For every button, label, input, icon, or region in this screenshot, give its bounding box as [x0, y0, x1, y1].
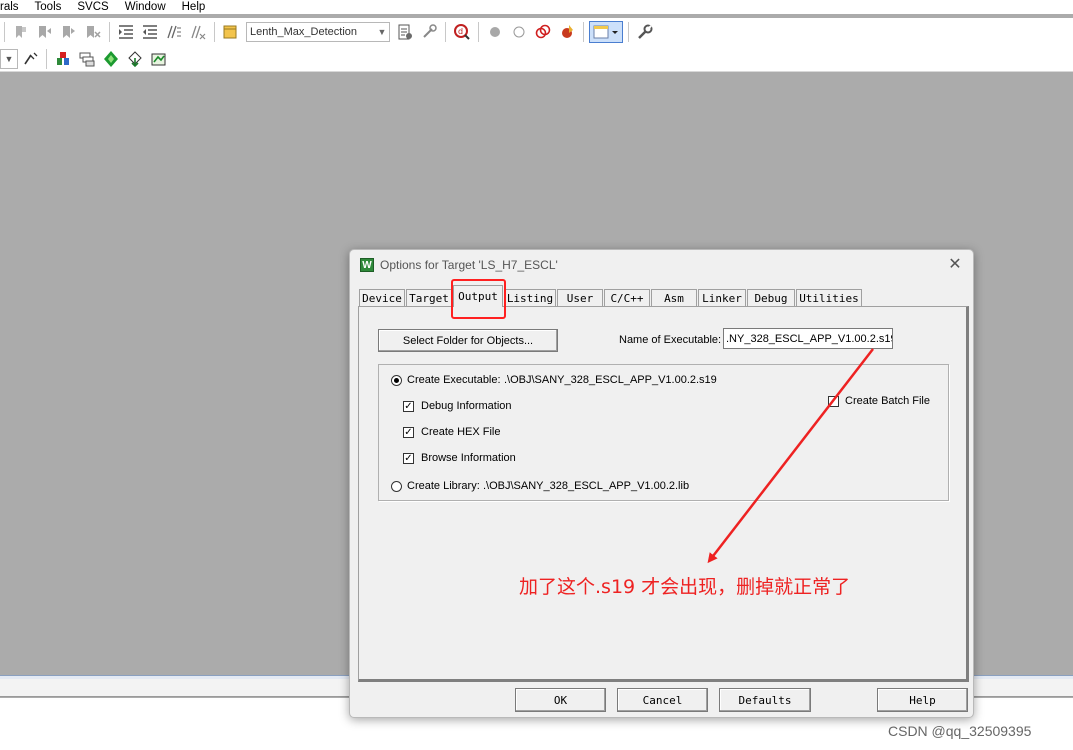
create-executable-radio[interactable]: [391, 375, 402, 386]
clear-bookmarks-icon[interactable]: [82, 21, 104, 43]
select-folder-button[interactable]: Select Folder for Objects...: [378, 329, 558, 352]
target-file-icon[interactable]: [394, 21, 416, 43]
chevron-down-icon: ▼: [377, 27, 387, 37]
target-select[interactable]: Lenth_Max_Detection ▼: [246, 22, 390, 42]
toolbar-main: Lenth_Max_Detection ▼ d: [0, 18, 1073, 46]
tab-utilities[interactable]: Utilities: [796, 289, 862, 306]
toolbar-separator: [4, 22, 5, 42]
chevron-down-icon[interactable]: ▼: [0, 48, 18, 69]
create-hex-checkbox[interactable]: ✓: [403, 427, 414, 438]
dialog-title-bar: W Options for Target 'LS_H7_ESCL': [360, 258, 558, 272]
download-icon[interactable]: [124, 48, 146, 70]
output-tab-panel: Select Folder for Objects... Name of Exe…: [358, 306, 969, 682]
unindent-icon[interactable]: [139, 21, 161, 43]
tab-debug[interactable]: Debug: [747, 289, 795, 306]
tab-user[interactable]: User: [557, 289, 603, 306]
create-executable-label: Create Executable:: [407, 374, 501, 386]
toolbar-separator: [628, 22, 629, 42]
options-dialog: W Options for Target 'LS_H7_ESCL' ✕ Devi…: [349, 249, 974, 718]
help-button[interactable]: Help: [877, 688, 968, 712]
next-bookmark-icon[interactable]: [58, 21, 80, 43]
tab-device[interactable]: Device: [359, 289, 405, 306]
close-icon[interactable]: ✕: [945, 254, 965, 274]
disable-breakpoint-icon[interactable]: [508, 21, 530, 43]
window-layout-icon[interactable]: [589, 21, 623, 43]
cancel-button[interactable]: Cancel: [617, 688, 708, 712]
defaults-button[interactable]: Defaults: [719, 688, 811, 712]
toolbar-separator: [46, 48, 47, 69]
uvision-logo-icon: W: [360, 258, 374, 272]
clear-breakpoints-icon[interactable]: [556, 21, 578, 43]
tab-asm[interactable]: Asm: [651, 289, 697, 306]
tab-linker[interactable]: Linker: [698, 289, 746, 306]
tab-c-cpp[interactable]: C/C++: [604, 289, 650, 306]
menu-help[interactable]: Help: [174, 1, 214, 14]
debug-information-label: Debug Information: [421, 400, 512, 412]
debug-information-checkbox[interactable]: ✓: [403, 401, 414, 412]
toolbar-separator: [445, 22, 446, 42]
tab-listing[interactable]: Listing: [504, 289, 556, 306]
browse-information-checkbox[interactable]: ✓: [403, 453, 414, 464]
output-tab-highlight: [451, 279, 506, 319]
batch-build-icon[interactable]: [100, 48, 122, 70]
toolbar-separator: [109, 22, 110, 42]
ok-button[interactable]: OK: [515, 688, 606, 712]
debug-start-icon[interactable]: d: [451, 21, 473, 43]
create-batch-file-label: Create Batch File: [845, 395, 930, 407]
menu-peripherals[interactable]: rals: [0, 1, 27, 14]
prev-bookmark-icon[interactable]: [34, 21, 56, 43]
menu-svcs[interactable]: SVCS: [69, 1, 116, 14]
target-select-value: Lenth_Max_Detection: [250, 26, 358, 38]
breakpoint-icon[interactable]: [484, 21, 506, 43]
annotation-text: 加了这个.s19 才会出现，删掉就正常了: [519, 576, 851, 598]
menu-bar: rals Tools SVCS Window Help: [0, 0, 1073, 14]
tab-target[interactable]: Target: [406, 289, 452, 306]
menu-window[interactable]: Window: [117, 1, 174, 14]
manage-components-icon[interactable]: [418, 21, 440, 43]
toolbar-separator: [583, 22, 584, 42]
toolbar-separator: [478, 22, 479, 42]
find-in-files-icon[interactable]: [220, 21, 242, 43]
name-of-executable-input[interactable]: .NY_328_ESCL_APP_V1.00.2.s19: [723, 328, 893, 349]
configure-icon[interactable]: [634, 21, 656, 43]
indent-icon[interactable]: [115, 21, 137, 43]
toolbar-build: ▼: [0, 46, 1073, 72]
uncomment-icon[interactable]: [187, 21, 209, 43]
create-library-radio[interactable]: [391, 481, 402, 492]
rebuild-icon[interactable]: [76, 48, 98, 70]
dialog-title: Options for Target 'LS_H7_ESCL': [380, 258, 558, 272]
comment-icon[interactable]: [163, 21, 185, 43]
watermark: CSDN @qq_32509395: [888, 723, 1032, 739]
menu-tools[interactable]: Tools: [27, 1, 70, 14]
create-library-label: Create Library:: [407, 480, 480, 492]
kill-breakpoints-icon[interactable]: [532, 21, 554, 43]
create-executable-path: .\OBJ\SANY_328_ESCL_APP_V1.00.2.s19: [504, 374, 717, 386]
create-batch-file-checkbox[interactable]: [828, 396, 839, 407]
bookmark-icon[interactable]: [10, 21, 32, 43]
target-options-icon[interactable]: [148, 48, 170, 70]
create-library-path: .\OBJ\SANY_328_ESCL_APP_V1.00.2.lib: [483, 480, 690, 492]
browse-information-label: Browse Information: [421, 452, 516, 464]
name-of-executable-label: Name of Executable:: [619, 334, 722, 346]
toolbar-separator: [214, 22, 215, 42]
translate-icon[interactable]: [19, 48, 41, 70]
build-icon[interactable]: [52, 48, 74, 70]
create-hex-label: Create HEX File: [421, 426, 501, 438]
svg-text:d: d: [458, 27, 463, 36]
